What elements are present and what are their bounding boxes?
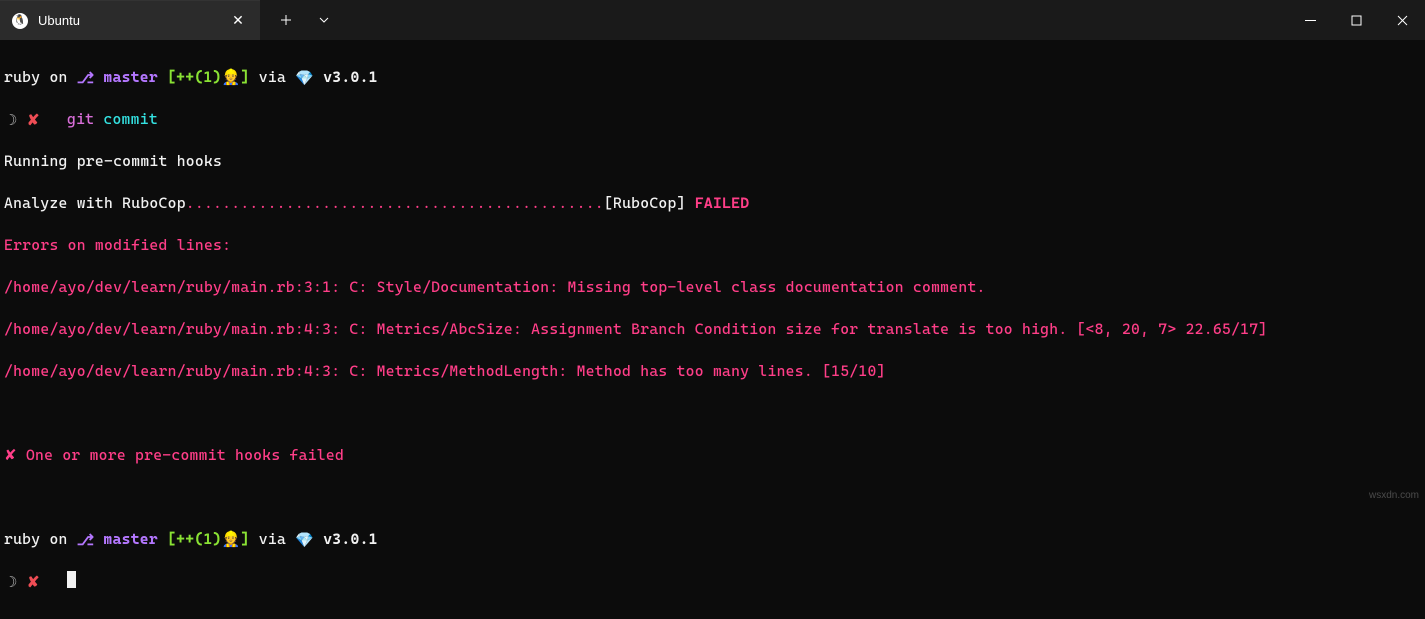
gem-icon: 💎 [295,68,314,89]
output-running: Running pre-commit hooks [4,151,1421,172]
prompt-version: v3.0.1 [323,68,378,86]
analyze-prefix: Analyze with RuboCop [4,194,186,212]
prompt-cursor-line: ☽ ✘ [4,571,1421,592]
moon-icon: ☽ [4,110,18,131]
ubuntu-icon: 🐧 [12,13,28,29]
close-icon [1397,15,1408,26]
prompt-on: on [49,530,67,548]
cursor[interactable] [67,571,76,588]
window-controls [1287,0,1425,40]
moon-icon: ☽ [4,572,18,593]
prompt-branch: master [103,68,158,86]
tab-title: Ubuntu [38,13,218,28]
fail-marker-icon: ✘ [27,572,40,593]
tab-actions [260,0,342,40]
error-line-1: /home/ayo/dev/learn/ruby/main.rb:3:1: C:… [4,277,1421,298]
prompt-via: via [259,68,286,86]
cmd-git: git [67,110,94,128]
close-tab-button[interactable]: ✕ [228,11,248,31]
prompt-on: on [49,68,67,86]
prompt-status: [++(1)👷] [167,530,250,548]
rubocop-tag: [RuboCop] [604,194,686,212]
prompt-app: ruby [4,530,40,548]
tab-ubuntu[interactable]: 🐧 Ubuntu ✕ [0,0,260,40]
fail-marker-icon: ✘ [27,110,40,131]
prompt-branch: master [103,530,158,548]
prompt-status: [++(1)👷] [167,68,250,86]
gem-icon: 💎 [295,530,314,551]
error-line-3: /home/ayo/dev/learn/ruby/main.rb:4:3: C:… [4,361,1421,382]
blank-line [4,403,1421,424]
cmd-commit: commit [103,110,158,128]
error-line-2: /home/ayo/dev/learn/ruby/main.rb:4:3: C:… [4,319,1421,340]
prompt-line-1: ruby on ⎇ master [++(1)👷] via 💎 v3.0.1 [4,67,1421,88]
watermark: wsxdn.com [1369,490,1419,501]
command-line-1: ☽ ✘ git commit [4,109,1421,130]
failed-label: FAILED [695,194,750,212]
prompt-app: ruby [4,68,40,86]
prompt-via: via [259,530,286,548]
hook-fail-line: ✘ One or more pre-commit hooks failed [4,445,1421,466]
plus-icon [280,14,292,26]
branch-icon: ⎇ [77,530,95,551]
title-bar: 🐧 Ubuntu ✕ [0,0,1425,40]
maximize-icon [1351,15,1362,26]
new-tab-button[interactable] [268,4,304,36]
analyze-dots: ........................................… [186,194,604,212]
terminal-output[interactable]: ruby on ⎇ master [++(1)👷] via 💎 v3.0.1 ☽… [0,40,1425,619]
errors-header: Errors on modified lines: [4,235,1421,256]
branch-icon: ⎇ [77,68,95,89]
output-analyze: Analyze with RuboCop....................… [4,193,1421,214]
tab-dropdown-button[interactable] [306,4,342,36]
close-window-button[interactable] [1379,0,1425,40]
prompt-version: v3.0.1 [323,530,378,548]
titlebar-drag-area[interactable] [342,0,1287,40]
prompt-line-2: ruby on ⎇ master [++(1)👷] via 💎 v3.0.1 [4,529,1421,550]
chevron-down-icon [318,14,330,26]
minimize-button[interactable] [1287,0,1333,40]
minimize-icon [1305,15,1316,26]
maximize-button[interactable] [1333,0,1379,40]
